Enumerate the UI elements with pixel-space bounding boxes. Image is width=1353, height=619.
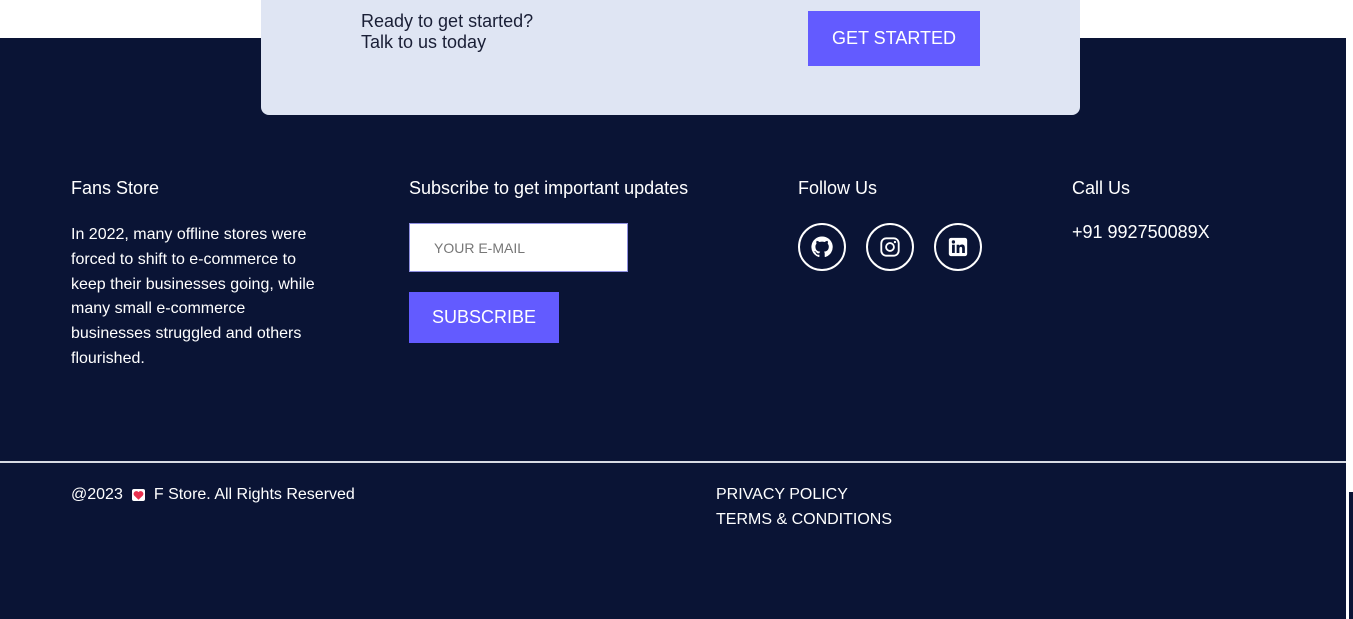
copyright-year: @2023 [71, 486, 123, 503]
about-title: Fans Store [71, 178, 160, 198]
follow-title: Follow Us [798, 178, 878, 198]
footer-divider [0, 461, 1346, 463]
copyright: @2023 F Store. All Rights Reserved [71, 486, 355, 504]
linkedin-icon [948, 237, 968, 257]
email-input[interactable] [409, 223, 628, 272]
privacy-policy-link[interactable]: PRIVACY POLICY [716, 486, 848, 504]
subscribe-title: Subscribe to get important updates [409, 178, 689, 198]
cta-banner: Ready to get started? Talk to us today G… [261, 0, 1080, 115]
about-text: In 2022, many offline stores were forced… [71, 226, 315, 367]
copyright-brand: F Store. All Rights Reserved [153, 486, 355, 503]
cta-line-1: Ready to get started? [361, 11, 534, 31]
page-edge [1346, 0, 1353, 619]
phone-number: +91 992750089X [1072, 222, 1210, 242]
cta-text: Ready to get started? Talk to us today [361, 11, 533, 53]
terms-conditions-link[interactable]: TERMS & CONDITIONS [716, 511, 892, 529]
instagram-link[interactable] [866, 223, 914, 271]
cta-line-2: Talk to us today [361, 32, 487, 52]
github-link[interactable] [798, 223, 846, 271]
heart-icon [131, 489, 145, 501]
get-started-button[interactable]: GET STARTED [808, 11, 980, 66]
subscribe-button[interactable]: SUBSCRIBE [409, 292, 559, 343]
linkedin-link[interactable] [934, 223, 982, 271]
github-icon [811, 236, 833, 258]
instagram-icon [880, 237, 900, 257]
call-title: Call Us [1072, 178, 1131, 198]
